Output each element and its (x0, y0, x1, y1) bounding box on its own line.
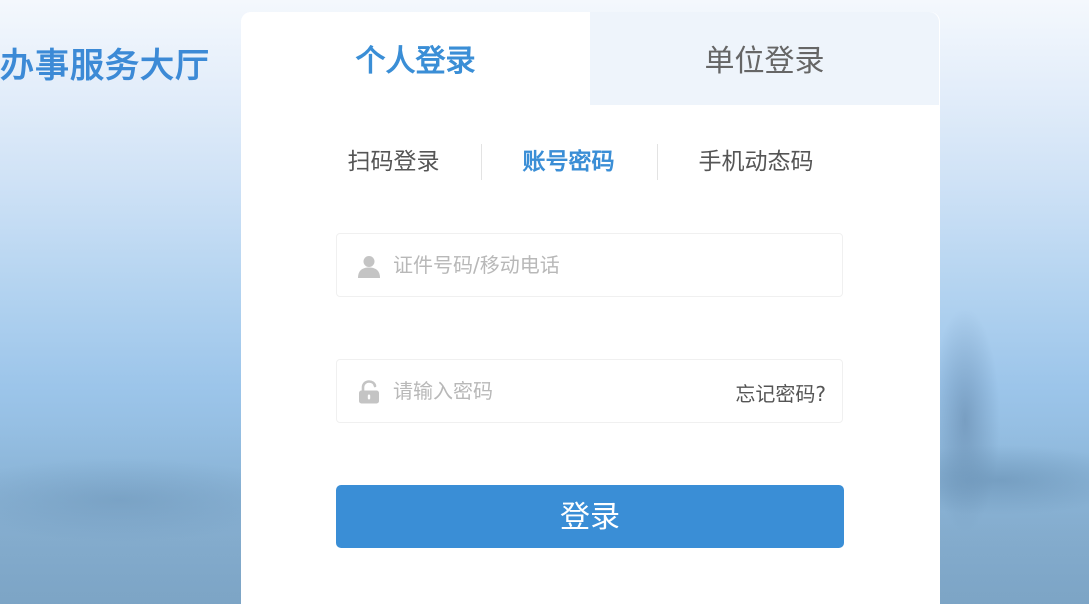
lock-icon (359, 380, 379, 404)
login-button[interactable]: 登录 (336, 485, 844, 548)
login-type-tabs: 个人登录 单位登录 (241, 12, 940, 105)
username-input[interactable] (393, 248, 723, 282)
tab-qr-login[interactable]: 扫码登录 (331, 143, 456, 181)
login-card: 个人登录 单位登录 扫码登录 账号密码 手机动态码 忘记密码? (241, 12, 940, 604)
site-title: 办事服务大厅 (0, 46, 210, 86)
tab-personal-login[interactable]: 个人登录 (241, 12, 590, 105)
user-icon (358, 256, 380, 278)
tab-sms-code-login[interactable]: 手机动态码 (681, 143, 831, 181)
login-method-tabs: 扫码登录 账号密码 手机动态码 (241, 143, 940, 181)
forgot-password-link[interactable]: 忘记密码? (735, 378, 826, 407)
tab-divider (657, 144, 658, 180)
username-field[interactable] (336, 233, 843, 297)
login-page: 办事服务大厅 个人登录 单位登录 扫码登录 账号密码 手机动态码 证件号码/移动… (0, 0, 1089, 604)
password-field[interactable]: 忘记密码? (336, 359, 843, 423)
tab-password-login[interactable]: 账号密码 (506, 143, 631, 181)
tab-organization-login[interactable]: 单位登录 (590, 12, 939, 105)
password-input[interactable] (393, 374, 723, 408)
tab-divider (481, 144, 482, 180)
